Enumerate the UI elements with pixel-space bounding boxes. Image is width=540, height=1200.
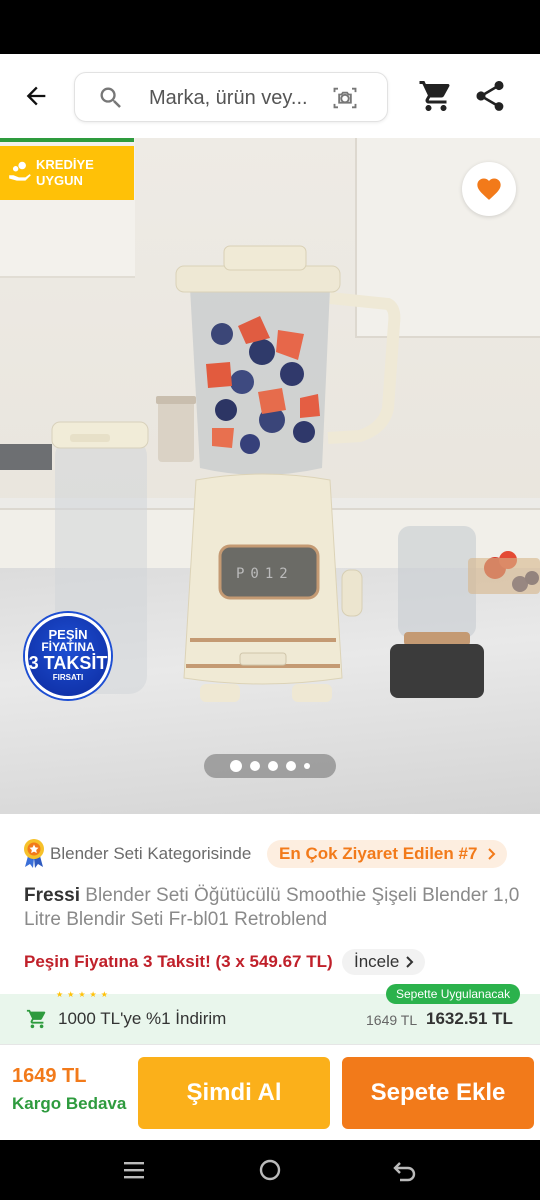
category-rank-row: Blender Seti Kategorisinde En Çok Ziyare… [22,838,522,868]
status-bar [0,0,540,54]
product-image-carousel[interactable]: P012 KREDİYE UYGUN PEŞİN FİYATINA 3 TAKS… [0,138,540,814]
top-bar [0,54,540,138]
purchase-bar: 1649 TL Kargo Bedava Şimdi Al Sepete Ekl… [0,1044,540,1140]
category-label: Blender Seti Kategorisinde [50,844,252,863]
carousel-dot[interactable] [286,761,296,771]
installment-promo-row: Peşin Fiyatına 3 Taksit! (3 x 549.67 TL)… [24,948,524,976]
product-photo: P012 [0,245,540,702]
search-bar[interactable] [74,72,388,122]
discount-label: 1000 TL'ye %1 İndirim [58,1009,227,1028]
inspect-button[interactable]: İncele [342,949,426,975]
search-icon [100,87,121,108]
product-title: Fressi Blender Seti Öğütücülü Smoothie Ş… [24,884,524,932]
installment-offer-badge: PEŞİN FİYATINA 3 TAKSİT FIRSATI [25,613,111,699]
chevron-right-icon [488,848,496,860]
credit-eligible-badge: KREDİYE UYGUN [0,138,134,200]
add-to-cart-button[interactable]: Sepete Ekle [342,1057,534,1129]
original-price: 1649 TL [366,1012,418,1028]
discounted-price: 1632.51 TL [426,1009,513,1028]
product-name: Blender Seti Öğütücülü Smoothie Şişeli B… [24,885,520,930]
hand-coins-icon [9,161,31,181]
heart-icon [477,178,501,200]
favorite-button[interactable] [462,162,516,216]
rating-stars-peek: ★★★★★ [56,990,112,998]
medal-icon [24,839,44,868]
system-nav-bar [0,1140,540,1200]
share-icon[interactable] [472,78,508,114]
home-icon[interactable] [258,1158,282,1182]
back-nav-icon[interactable] [392,1158,418,1182]
cart-discount-banner[interactable]: ★★★★★ 1000 TL'ye %1 İndirim Sepette Uygu… [0,984,540,1044]
free-shipping-label: Kargo Bedava [12,1094,127,1113]
carousel-dot[interactable] [230,760,242,772]
recent-apps-icon[interactable] [122,1159,146,1181]
product-brand: Fressi [24,885,80,906]
cart-icon [26,1009,46,1029]
carousel-pagination [204,754,336,778]
product-info: Blender Seti Kategorisinde En Çok Ziyare… [0,814,540,994]
inspect-label: İncele [354,952,400,971]
chevron-right-icon [406,956,414,968]
most-visited-rank-label: En Çok Ziyaret Edilen #7 [279,844,478,863]
back-button[interactable] [14,76,58,116]
carousel-dot[interactable] [304,763,310,769]
applied-in-cart-badge: Sepette Uygulanacak [386,984,521,1004]
svg-text:P012: P012 [236,566,294,582]
cart-icon[interactable] [418,78,454,114]
buy-now-button[interactable]: Şimdi Al [138,1057,330,1129]
carousel-dot[interactable] [268,761,278,771]
camera-search-icon[interactable] [331,84,359,112]
footer-price: 1649 TL [12,1065,87,1087]
most-visited-rank-link[interactable]: En Çok Ziyaret Edilen #7 [267,840,508,868]
arrow-left-icon [26,86,46,106]
search-input[interactable] [149,86,319,110]
installment-promo-text: Peşin Fiyatına 3 Taksit! (3 x 549.67 TL) [24,952,333,971]
carousel-dot[interactable] [250,761,260,771]
credit-eligible-label: KREDİYE UYGUN [36,157,94,188]
